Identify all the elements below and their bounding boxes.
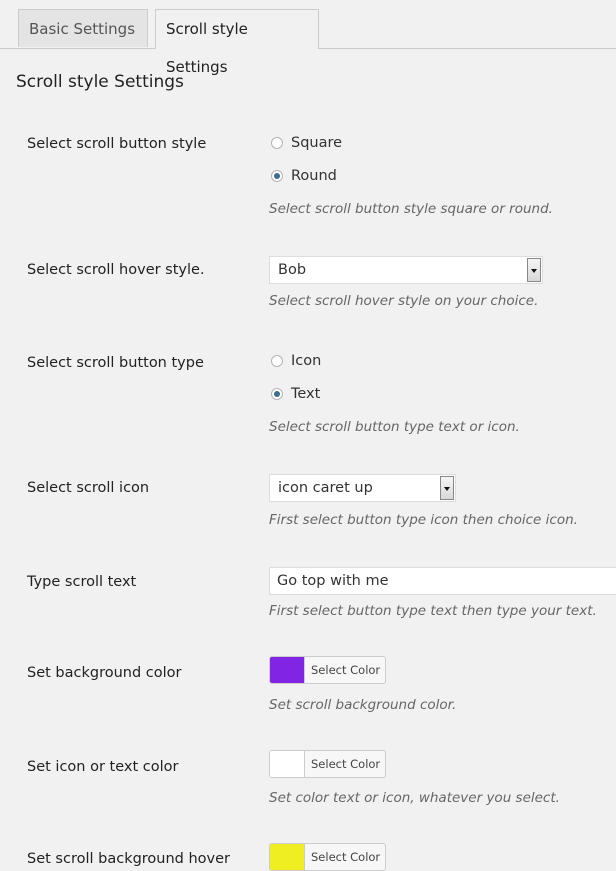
chevron-down-icon[interactable] xyxy=(440,476,454,500)
radio-square[interactable]: Square xyxy=(271,135,342,151)
radio-icon-control[interactable] xyxy=(271,355,283,367)
bg-color-label: Set background color xyxy=(27,665,182,681)
bg-color-swatch xyxy=(270,657,305,683)
hover-style-label: Select scroll hover style. xyxy=(27,262,205,278)
bg-hover-swatch xyxy=(270,844,305,870)
tab-bar: Basic Settings Scroll style Settings xyxy=(0,0,616,76)
bg-color-description: Set scroll background color. xyxy=(269,697,457,713)
icon-color-label: Set icon or text color xyxy=(27,759,179,775)
scroll-icon-select[interactable]: icon caret up xyxy=(269,474,456,502)
button-type-description: Select scroll button type text or icon. xyxy=(269,419,520,435)
hover-style-value: Bob xyxy=(278,262,307,278)
radio-text[interactable]: Text xyxy=(271,386,320,402)
radio-icon-label: Icon xyxy=(291,353,322,369)
bg-color-picker-button[interactable]: Select Color xyxy=(269,656,386,684)
radio-square-label: Square xyxy=(291,135,343,151)
bg-hover-picker-button[interactable]: Select Color xyxy=(269,843,386,871)
bg-hover-label: Set scroll background hover xyxy=(27,851,231,867)
tab-scroll-style-settings[interactable]: Scroll style Settings xyxy=(155,9,319,76)
scroll-icon-label: Select scroll icon xyxy=(27,480,150,496)
scroll-icon-value: icon caret up xyxy=(278,480,373,496)
scroll-text-input[interactable]: Go top with me xyxy=(269,567,616,595)
scroll-text-description: First select button type text then type … xyxy=(269,603,597,619)
icon-color-button-label: Select Color xyxy=(311,757,381,771)
scroll-text-value: Go top with me xyxy=(277,573,389,589)
radio-text-control[interactable] xyxy=(271,388,283,400)
button-type-label: Select scroll button type xyxy=(27,355,204,371)
scroll-text-label: Type scroll text xyxy=(27,574,137,590)
button-style-description: Select scroll button style square or rou… xyxy=(269,201,553,217)
hover-style-description: Select scroll hover style on your choice… xyxy=(269,293,539,309)
radio-square-control[interactable] xyxy=(271,137,283,149)
scroll-icon-description: First select button type icon then choic… xyxy=(269,512,578,528)
radio-round-control[interactable] xyxy=(271,170,283,182)
bg-color-button-label: Select Color xyxy=(311,663,381,677)
icon-color-description: Set color text or icon, whatever you sel… xyxy=(269,790,560,806)
tab-basic-settings[interactable]: Basic Settings xyxy=(18,9,148,47)
icon-color-picker-button[interactable]: Select Color xyxy=(269,750,386,778)
radio-text-label: Text xyxy=(291,386,321,402)
radio-icon[interactable]: Icon xyxy=(271,353,321,369)
chevron-down-icon[interactable] xyxy=(527,258,541,282)
button-style-label: Select scroll button style xyxy=(27,136,207,152)
icon-color-swatch xyxy=(270,751,305,777)
bg-hover-button-label: Select Color xyxy=(311,850,381,864)
radio-round-label: Round xyxy=(291,168,337,184)
hover-style-select[interactable]: Bob xyxy=(269,256,543,284)
radio-round[interactable]: Round xyxy=(271,168,337,184)
section-title: Scroll style Settings xyxy=(16,72,184,92)
